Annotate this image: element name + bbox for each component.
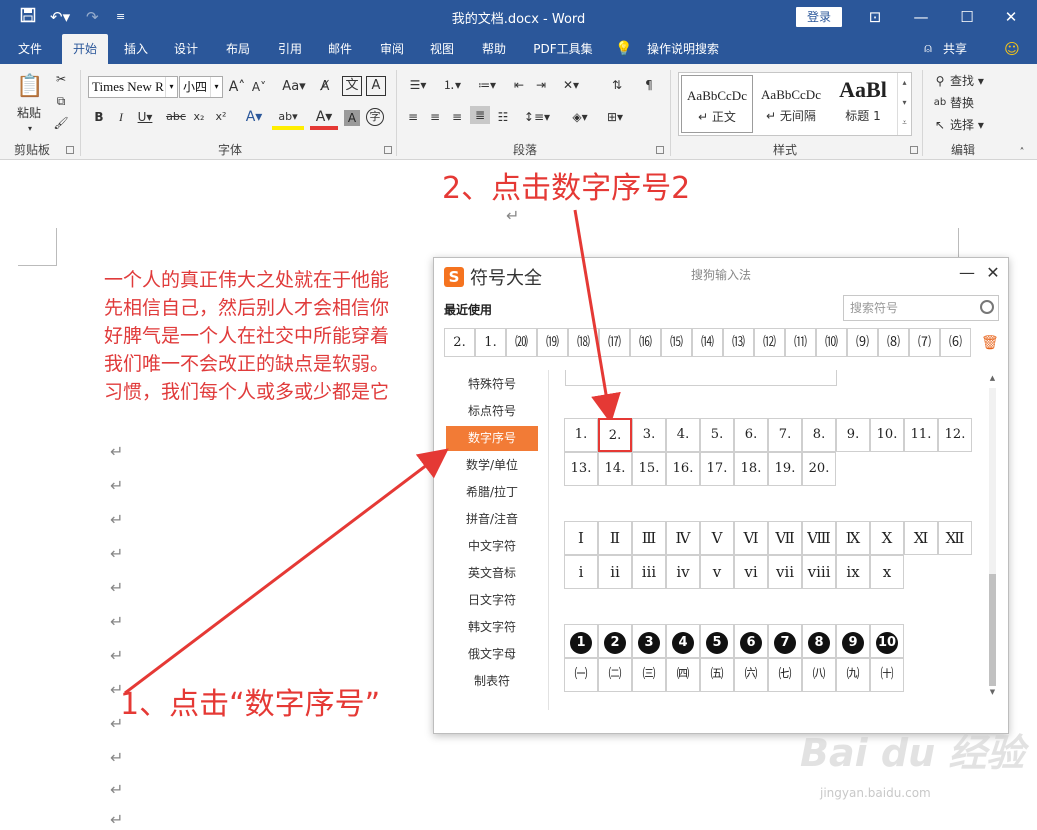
symbol-cell[interactable]: 2. (598, 418, 632, 452)
annotation-arrows (124, 209, 621, 695)
arrow-step-2 (573, 209, 621, 424)
baidu-watermark: Bai du 经验 (800, 731, 1025, 775)
baidu-watermark-url: jingyan.baidu.com (820, 786, 931, 800)
arrow-step-1 (124, 448, 449, 695)
